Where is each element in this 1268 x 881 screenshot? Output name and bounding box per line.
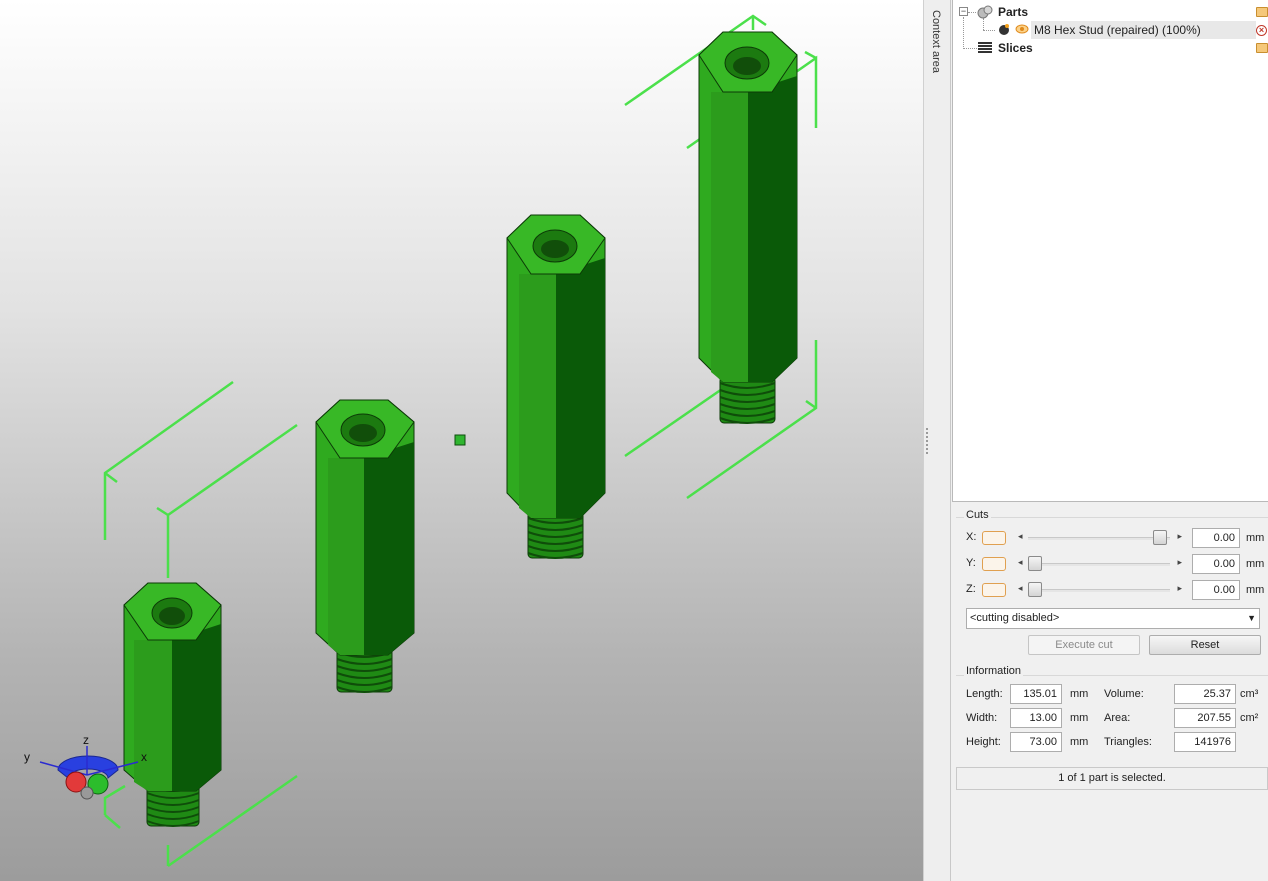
parts-collapse-toggle[interactable]: − — [959, 7, 968, 16]
tree-line — [983, 30, 995, 31]
3d-viewport[interactable]: z y x — [0, 0, 923, 881]
length-unit: mm — [1070, 688, 1089, 700]
execute-cut-button[interactable]: Execute cut — [1028, 635, 1140, 655]
hex-stud-3[interactable] — [506, 214, 606, 559]
area-label: Area: — [1104, 712, 1131, 724]
width-unit: mm — [1070, 712, 1089, 724]
cut-z-label: Z: — [966, 583, 976, 595]
slider-right-arrow-icon[interactable]: ▸ — [1177, 557, 1182, 568]
splitter-grip[interactable] — [926, 428, 928, 454]
volume-label: Volume: — [1104, 688, 1144, 700]
cut-z-toggle[interactable] — [982, 583, 1006, 597]
information-title: Information — [964, 665, 1024, 677]
parts-tree[interactable]: − Parts M8 Hex Stud (repaired) (100%) × … — [952, 0, 1268, 502]
reset-button[interactable]: Reset — [1149, 635, 1261, 655]
tree-item-slices[interactable]: Slices — [998, 39, 1033, 57]
cut-y-value[interactable]: 0.00 — [1192, 554, 1240, 574]
cuts-title: Cuts — [964, 509, 991, 521]
slider-track — [1028, 563, 1170, 566]
triangles-label: Triangles: — [1104, 736, 1152, 748]
context-area-strip[interactable]: Context area — [923, 0, 951, 881]
remove-part-icon[interactable]: × — [1256, 25, 1267, 36]
cut-x-unit: mm — [1246, 532, 1265, 544]
width-label: Width: — [966, 712, 998, 724]
cut-x-label: X: — [966, 531, 977, 543]
chevron-down-icon: ▼ — [1247, 613, 1256, 623]
gizmo-y-label: y — [24, 750, 30, 764]
part-label: M8 Hex Stud (repaired) (100%) — [1034, 23, 1201, 37]
slider-right-arrow-icon[interactable]: ▸ — [1177, 583, 1182, 594]
cut-y-slider[interactable]: ◂ ▸ — [1014, 555, 1184, 573]
slider-track — [1028, 589, 1170, 592]
cut-y-toggle[interactable] — [982, 557, 1006, 571]
hex-stud-2[interactable] — [315, 399, 415, 693]
slider-left-arrow-icon[interactable]: ◂ — [1018, 583, 1023, 594]
width-value: 13.00 — [1010, 708, 1062, 728]
slices-icon — [978, 42, 992, 53]
gizmo-z-label: z — [83, 733, 89, 747]
slider-left-arrow-icon[interactable]: ◂ — [1018, 557, 1023, 568]
tree-line — [968, 12, 976, 13]
slices-label: Slices — [998, 41, 1033, 55]
pivot-marker[interactable] — [454, 434, 466, 446]
slider-track — [1028, 537, 1170, 540]
cut-y-thumb[interactable] — [1028, 556, 1042, 571]
slider-right-arrow-icon[interactable]: ▸ — [1177, 531, 1182, 542]
part-shape-icon — [999, 24, 1009, 35]
context-area-label[interactable]: Context area — [930, 10, 942, 73]
cut-z-thumb[interactable] — [1028, 582, 1042, 597]
cutting-mode-select[interactable]: <cutting disabled> ▼ — [966, 608, 1260, 629]
height-value: 73.00 — [1010, 732, 1062, 752]
cut-x-thumb[interactable] — [1153, 530, 1168, 545]
area-unit: cm² — [1240, 712, 1259, 724]
cut-y-label: Y: — [966, 557, 976, 569]
height-label: Height: — [966, 736, 1001, 748]
tree-item-part[interactable]: M8 Hex Stud (repaired) (100%) — [1031, 21, 1256, 39]
volume-unit: cm³ — [1240, 688, 1259, 700]
triangles-value: 141976 — [1174, 732, 1236, 752]
visibility-eye-icon[interactable] — [1015, 23, 1029, 35]
folder-open-icon[interactable] — [1256, 43, 1268, 53]
cut-y-unit: mm — [1246, 558, 1265, 570]
cutting-mode-value: <cutting disabled> — [970, 612, 1060, 624]
selection-status: 1 of 1 part is selected. — [956, 767, 1268, 790]
scene-canvas[interactable]: z y x — [0, 0, 923, 881]
volume-value: 25.37 — [1174, 684, 1236, 704]
cut-x-slider[interactable]: ◂ ▸ — [1014, 529, 1184, 547]
cut-z-unit: mm — [1246, 584, 1265, 596]
tree-line — [963, 17, 964, 47]
area-value: 207.55 — [1174, 708, 1236, 728]
folder-open-icon[interactable] — [1256, 7, 1268, 17]
tree-line — [963, 48, 977, 49]
tree-item-parts[interactable]: Parts — [998, 3, 1028, 21]
length-label: Length: — [966, 688, 1003, 700]
hex-stud-1[interactable] — [123, 582, 222, 827]
properties-panel: Cuts X: ◂ ▸ 0.00 mm Y: ◂ ▸ 0.00 mm Z: ◂ … — [952, 502, 1268, 881]
cut-x-toggle[interactable] — [982, 531, 1006, 545]
gizmo-x-label: x — [141, 750, 147, 764]
parts-label: Parts — [998, 5, 1029, 19]
slider-left-arrow-icon[interactable]: ◂ — [1018, 531, 1023, 542]
parts-icon — [977, 5, 993, 19]
cut-z-slider[interactable]: ◂ ▸ — [1014, 581, 1184, 599]
cut-z-value[interactable]: 0.00 — [1192, 580, 1240, 600]
hex-stud-4[interactable] — [698, 31, 798, 424]
cut-x-value[interactable]: 0.00 — [1192, 528, 1240, 548]
height-unit: mm — [1070, 736, 1089, 748]
length-value: 135.01 — [1010, 684, 1062, 704]
cuts-group-border — [956, 517, 1268, 518]
